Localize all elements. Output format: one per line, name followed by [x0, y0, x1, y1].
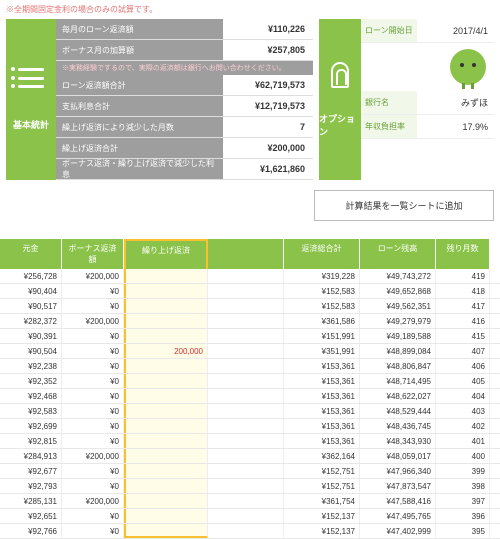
info-value: 2017/4/1	[417, 26, 494, 36]
table-row: ¥90,504¥0200,000¥351,991¥48,899,084407	[0, 344, 500, 359]
prepay-cell[interactable]	[124, 404, 208, 418]
basic-stats-panel: 基本統計 毎月のローン返済額¥110,226 ボーナス月の加算額¥257,805…	[6, 19, 313, 180]
stat-label: ボーナス月の加算額	[56, 40, 223, 60]
col-header: 返済総合計	[284, 239, 360, 269]
stat-label: 支払利息合計	[56, 96, 223, 116]
stat-value: ¥200,000	[223, 143, 313, 153]
prepay-cell[interactable]	[124, 419, 208, 433]
list-icon	[18, 68, 44, 88]
prepay-cell[interactable]	[124, 494, 208, 508]
table-row: ¥90,391¥0¥151,991¥49,189,588415	[0, 329, 500, 344]
table-row: ¥92,766¥0¥152,137¥47,402,999395	[0, 524, 500, 539]
table-row: ¥284,913¥200,000¥362,164¥48,059,017400	[0, 449, 500, 464]
table-row: ¥92,793¥0¥152,751¥47,873,547398	[0, 479, 500, 494]
prepay-cell[interactable]	[124, 479, 208, 493]
fixed-rate-note: ※全期間固定金利の場合のみの試算です。	[0, 0, 500, 19]
stat-label: ボーナス返済・繰り上げ返済で減少した利息	[56, 159, 223, 179]
paperclip-icon	[331, 62, 349, 88]
info-label: ローン開始日	[361, 19, 417, 42]
table-row: ¥92,699¥0¥153,361¥48,436,745402	[0, 419, 500, 434]
table-body: ¥256,728¥200,000¥319,228¥49,743,272419¥9…	[0, 269, 500, 539]
col-header: ボーナス返済額	[62, 239, 124, 269]
prepay-cell[interactable]	[124, 389, 208, 403]
option-panel: オプション ローン開始日2017/4/1 銀行名みずほ 年収負担率17.9%	[319, 19, 494, 180]
prepay-cell[interactable]: 200,000	[124, 344, 208, 358]
table-row: ¥256,728¥200,000¥319,228¥49,743,272419	[0, 269, 500, 284]
sub-note: ※実務経験でするので、実際の返済額は銀行へお問い合わせください。	[56, 61, 313, 75]
col-spacer	[208, 239, 284, 269]
prepay-cell[interactable]	[124, 329, 208, 343]
prepay-cell[interactable]	[124, 464, 208, 478]
info-label: 年収負担率	[361, 115, 417, 138]
prepay-cell[interactable]	[124, 299, 208, 313]
option-title: オプション	[319, 112, 361, 138]
table-row: ¥92,651¥0¥152,137¥47,495,765396	[0, 509, 500, 524]
stat-label: 繰上げ返済により減少した月数	[56, 117, 223, 137]
table-row: ¥285,131¥200,000¥361,754¥47,588,416397	[0, 494, 500, 509]
table-row: ¥92,468¥0¥153,361¥48,622,027404	[0, 389, 500, 404]
stat-label: 毎月のローン返済額	[56, 19, 223, 39]
table-header: 元金 ボーナス返済額 繰り上げ返済 返済総合計 ローン残高 残り月数	[0, 239, 500, 269]
table-row: ¥92,238¥0¥153,361¥48,806,847406	[0, 359, 500, 374]
table-row: ¥92,352¥0¥153,361¥48,714,495405	[0, 374, 500, 389]
prepay-cell[interactable]	[124, 284, 208, 298]
prepay-cell[interactable]	[124, 509, 208, 523]
mascot-icon	[361, 43, 494, 91]
add-to-sheet-button[interactable]: 計算結果を一覧シートに追加	[314, 190, 494, 221]
table-row: ¥92,583¥0¥153,361¥48,529,444403	[0, 404, 500, 419]
prepay-cell[interactable]	[124, 434, 208, 448]
table-row: ¥92,815¥0¥153,361¥48,343,930401	[0, 434, 500, 449]
col-header: 繰り上げ返済	[124, 239, 208, 269]
prepay-cell[interactable]	[124, 374, 208, 388]
info-value: みずほ	[417, 96, 494, 109]
stat-label: 繰上げ返済合計	[56, 138, 223, 158]
stat-value: 7	[223, 122, 313, 132]
table-row: ¥92,677¥0¥152,751¥47,966,340399	[0, 464, 500, 479]
prepay-cell[interactable]	[124, 359, 208, 373]
stat-value: ¥257,805	[223, 45, 313, 55]
col-header: 元金	[0, 239, 62, 269]
col-header: ローン残高	[360, 239, 436, 269]
table-row: ¥282,372¥200,000¥361,586¥49,279,979416	[0, 314, 500, 329]
stat-label: ローン返済額合計	[56, 75, 223, 95]
stats-title: 基本統計	[13, 118, 49, 131]
stat-value: ¥110,226	[223, 24, 313, 34]
table-row: ¥90,404¥0¥152,583¥49,652,868418	[0, 284, 500, 299]
info-value: 17.9%	[417, 122, 494, 132]
stat-value: ¥62,719,573	[223, 80, 313, 90]
prepay-cell[interactable]	[124, 524, 208, 538]
prepay-cell[interactable]	[124, 269, 208, 283]
info-label: 銀行名	[361, 91, 417, 114]
table-row: ¥90,517¥0¥152,583¥49,562,351417	[0, 299, 500, 314]
stat-value: ¥12,719,573	[223, 101, 313, 111]
col-header: 残り月数	[436, 239, 490, 269]
prepay-cell[interactable]	[124, 449, 208, 463]
stat-value: ¥1,621,860	[223, 164, 313, 174]
prepay-cell[interactable]	[124, 314, 208, 328]
